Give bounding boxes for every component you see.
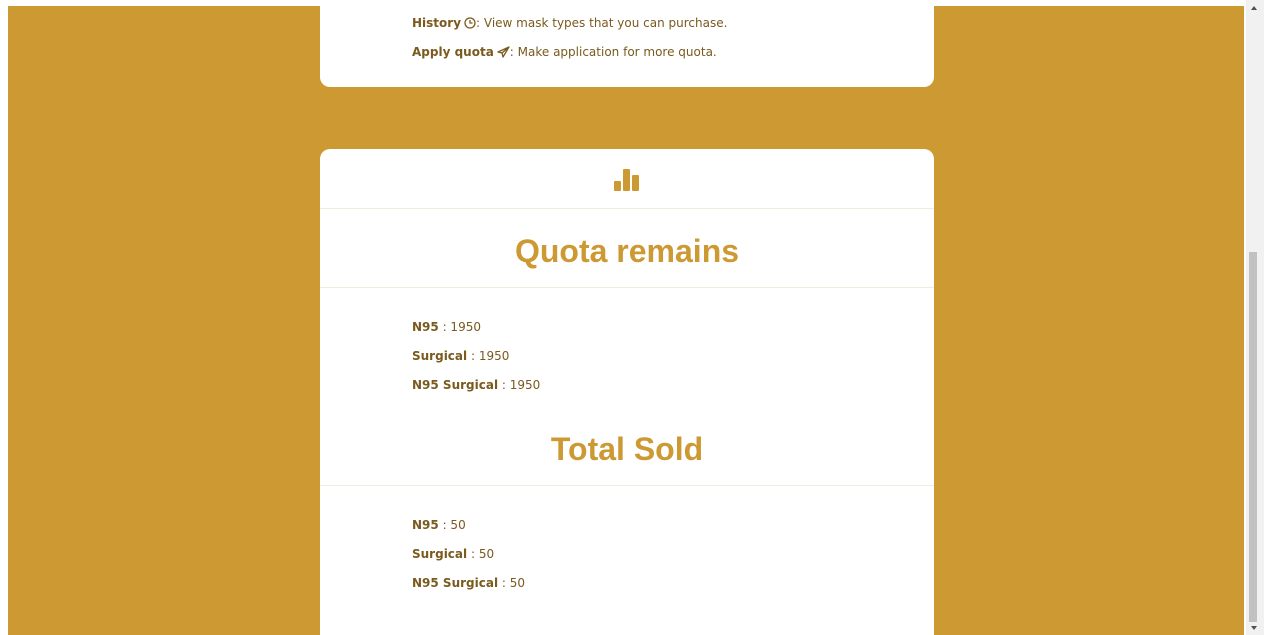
sold-item-label: Surgical [412, 547, 468, 561]
paper-plane-icon [497, 46, 510, 62]
history-label: History [412, 16, 462, 30]
quota-item-value: : 1950 [470, 349, 510, 363]
quota-item-value: : 1950 [501, 378, 541, 392]
scroll-up-arrow-icon[interactable] [1251, 6, 1257, 10]
help-card: History : View mask types that you can pu… [320, 6, 934, 87]
apply-help-line: Apply quota : Make application for more q… [412, 44, 717, 62]
apply-label: Apply quota [412, 45, 494, 59]
sold-item-surgical: Surgical : 50 [412, 546, 494, 562]
sold-item-label: N95 Surgical [412, 576, 499, 590]
vertical-scrollbar[interactable] [1246, 0, 1264, 635]
page-viewport: History : View mask types that you can pu… [8, 6, 1244, 635]
sold-item-label: N95 [412, 518, 439, 532]
quota-item-n95-surgical: N95 Surgical : 1950 [412, 377, 540, 393]
scrollbar-thumb[interactable] [1249, 252, 1257, 622]
history-help-line: History : View mask types that you can pu… [412, 15, 727, 33]
quota-item-label: Surgical [412, 349, 468, 363]
total-sold-title: Total Sold [550, 431, 704, 467]
sold-item-n95-surgical: N95 Surgical : 50 [412, 575, 525, 591]
quota-item-value: : 1950 [442, 320, 481, 334]
history-help-text: : View mask types that you can purchase. [476, 16, 728, 30]
quota-divider [320, 287, 934, 288]
bar-chart-icon [614, 169, 639, 191]
sold-item-value: : 50 [501, 576, 526, 590]
quota-item-n95: N95 : 1950 [412, 319, 481, 335]
quota-item-label: N95 [412, 320, 439, 334]
sold-divider [320, 485, 934, 486]
quota-item-label: N95 Surgical [412, 378, 499, 392]
stats-card: Quota remains N95 : 1950 Surgical : 1950… [320, 149, 934, 635]
quota-remains-title: Quota remains [514, 233, 740, 269]
sold-item-value: : 50 [470, 547, 495, 561]
scroll-down-arrow-icon[interactable] [1251, 626, 1257, 630]
clock-icon [464, 17, 476, 33]
sold-item-value: : 50 [442, 518, 466, 532]
stats-icon-header [320, 149, 934, 209]
sold-item-n95: N95 : 50 [412, 517, 466, 533]
apply-help-text: : Make application for more quota. [509, 45, 717, 59]
quota-item-surgical: Surgical : 1950 [412, 348, 509, 364]
